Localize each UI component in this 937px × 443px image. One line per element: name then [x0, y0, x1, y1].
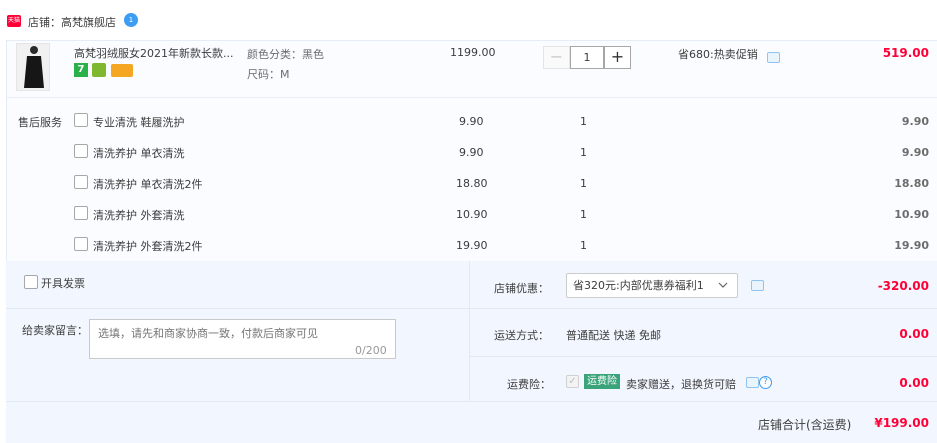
shop-total-label: 店铺合计(含运费)	[758, 418, 852, 432]
coupon-discount-value: -320.00	[877, 279, 929, 293]
service-price: 10.90	[456, 208, 488, 221]
message-to-seller-input[interactable]	[89, 319, 396, 359]
coupon-comment-icon[interactable]	[751, 280, 764, 291]
chevron-down-icon[interactable]	[717, 279, 729, 291]
item-subtotal: 519.00	[882, 46, 929, 60]
service-checkbox[interactable]	[74, 113, 88, 127]
insurance-label: 运费险：	[507, 378, 551, 391]
message-label: 给卖家留言：	[22, 324, 88, 337]
options-divider	[6, 308, 469, 309]
service-total: 9.90	[901, 146, 929, 159]
service-name: 清洗养护 外套清洗	[93, 209, 185, 222]
promotion-text: 省680:热卖促销	[678, 48, 758, 61]
sku-color: 颜色分类：黑色	[247, 48, 324, 61]
invoice-label[interactable]: 开具发票	[41, 275, 85, 291]
service-qty: 1	[580, 208, 587, 221]
promo-comment-icon[interactable]	[767, 52, 780, 63]
insurance-fee: 0.00	[899, 376, 929, 390]
service-name: 清洗养护 单衣清洗2件	[93, 178, 203, 191]
insurance-description: 卖家赠送，退换货可赔	[626, 378, 736, 391]
shop-total-value: ¥199.00	[874, 416, 929, 430]
invoice-checkbox[interactable]	[24, 275, 38, 289]
message-char-count: 0/200	[355, 344, 387, 357]
shop-name-link[interactable]: 店铺：高梵旗舰店	[28, 14, 116, 30]
product-thumbnail[interactable]	[16, 43, 50, 91]
chat-seller-icon[interactable]: 1	[124, 13, 138, 27]
service-checkbox[interactable]	[74, 206, 88, 220]
summary-divider	[470, 308, 937, 309]
service-total: 10.90	[894, 208, 929, 221]
service-qty: 1	[580, 146, 587, 159]
coupon-select[interactable]: 省320元:内部优惠券福利1	[566, 273, 738, 298]
service-name: 清洗养护 外套清洗2件	[93, 240, 203, 253]
service-name: 清洗养护 单衣清洗	[93, 147, 185, 160]
service-checkbox[interactable]	[74, 144, 88, 158]
shipping-label: 运送方式：	[494, 329, 549, 342]
sku-size: 尺码：M	[247, 68, 290, 81]
service-price: 18.80	[456, 177, 488, 190]
tmall-logo-icon: 天猫	[7, 15, 21, 27]
shop-header	[0, 0, 937, 40]
quantity-decrease-button[interactable]: −	[543, 46, 570, 69]
seven-day-return-icon: 7	[74, 63, 88, 77]
product-title-link[interactable]: 高梵羽绒服女2021年新款长款...	[74, 45, 233, 61]
service-price: 9.90	[459, 115, 484, 128]
quantity-input[interactable]: 1	[570, 46, 604, 69]
insurance-badge: 运费险	[584, 374, 620, 389]
service-qty: 1	[580, 177, 587, 190]
service-qty: 1	[580, 239, 587, 252]
shipping-fee: 0.00	[899, 327, 929, 341]
service-checkbox[interactable]	[74, 175, 88, 189]
service-qty: 1	[580, 115, 587, 128]
guarantee-icon	[92, 63, 106, 77]
service-checkbox[interactable]	[74, 237, 88, 251]
item-divider	[6, 97, 937, 98]
shipping-method: 普通配送 快递 免邮	[566, 329, 661, 342]
credit-card-icon	[111, 64, 133, 77]
coupon-label: 店铺优惠：	[494, 282, 549, 295]
unit-price: 1199.00	[450, 46, 496, 59]
service-price: 19.90	[456, 239, 488, 252]
service-total: 18.80	[894, 177, 929, 190]
service-section-label: 售后服务	[18, 116, 62, 129]
summary-divider	[470, 356, 937, 357]
service-total: 19.90	[894, 239, 929, 252]
insurance-checkbox: ✓	[566, 375, 579, 388]
help-icon[interactable]: ?	[759, 376, 772, 389]
quantity-increase-button[interactable]: +	[604, 46, 631, 69]
insurance-comment-icon[interactable]	[746, 377, 759, 388]
service-name: 专业清洗 鞋履洗护	[93, 116, 185, 129]
service-total: 9.90	[901, 115, 929, 128]
service-price: 9.90	[459, 146, 484, 159]
